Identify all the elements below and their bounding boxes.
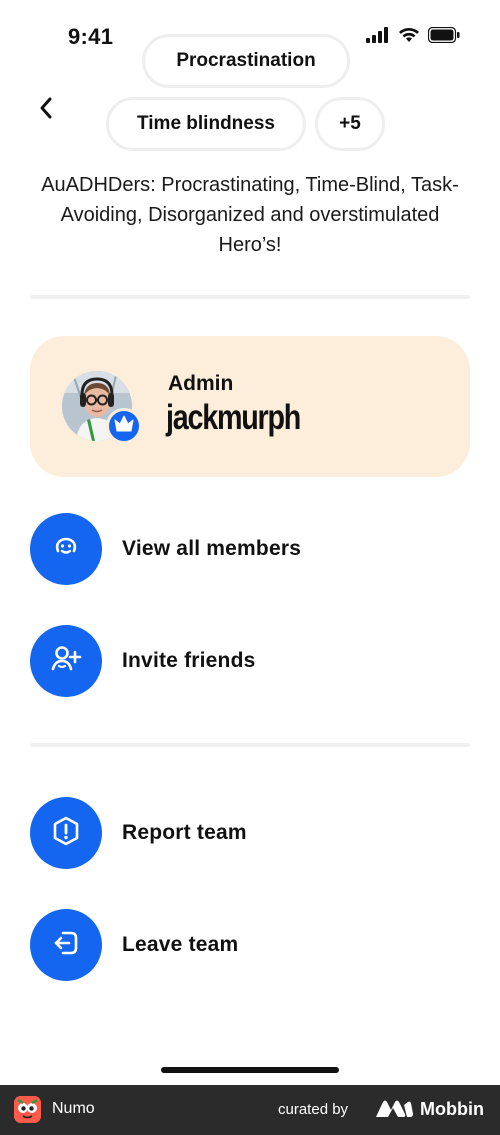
admin-username: jackmurph (166, 398, 301, 437)
battery-icon (427, 26, 460, 48)
tag-chip-more[interactable]: +5 (315, 97, 385, 151)
admin-badge (106, 408, 142, 444)
leave-team-button[interactable]: Leave team (30, 909, 470, 981)
mobbin-logo-icon (374, 1099, 414, 1124)
footer-brand: Mobbin (420, 1099, 484, 1119)
footer-app-name: Numo (52, 1100, 95, 1117)
back-button[interactable] (30, 94, 62, 126)
report-team-label: Report team (122, 821, 247, 844)
status-time: 9:41 (68, 24, 114, 49)
view-all-members-label: View all members (122, 537, 302, 560)
crown-icon (114, 415, 134, 438)
status-icons (366, 26, 460, 48)
report-team-button[interactable]: Report team (30, 797, 470, 869)
divider (30, 743, 470, 747)
team-description: AuADHDers: Procrastinating, Time-Blind, … (41, 174, 459, 256)
footer-curated-by: curated by (278, 1101, 349, 1118)
smiley-face-icon (52, 533, 80, 566)
wifi-icon (398, 27, 420, 48)
tag-chip-time-blindness[interactable]: Time blindness (106, 97, 306, 151)
add-person-icon (50, 643, 82, 680)
admin-card[interactable]: Admin jackmurph (30, 336, 470, 477)
action-icon-circle (30, 513, 102, 585)
exit-icon (51, 928, 81, 963)
view-all-members-button[interactable]: View all members (30, 513, 470, 585)
footer-bar: Numo curated by Mobbin (0, 1085, 500, 1135)
action-icon-circle (30, 909, 102, 981)
tag-chip-procrastination[interactable]: Procrastination (142, 34, 350, 88)
chevron-left-icon (38, 96, 54, 125)
action-icon-circle (30, 797, 102, 869)
home-indicator (161, 1067, 339, 1073)
invite-friends-button[interactable]: Invite friends (30, 625, 470, 697)
app-logo-icon (14, 1096, 41, 1123)
action-icon-circle (30, 625, 102, 697)
admin-role-label: Admin (168, 372, 234, 395)
leave-team-label: Leave team (122, 933, 239, 956)
divider (30, 295, 470, 299)
report-shield-icon (51, 816, 81, 851)
signal-icon (366, 27, 390, 48)
invite-friends-label: Invite friends (122, 649, 256, 672)
